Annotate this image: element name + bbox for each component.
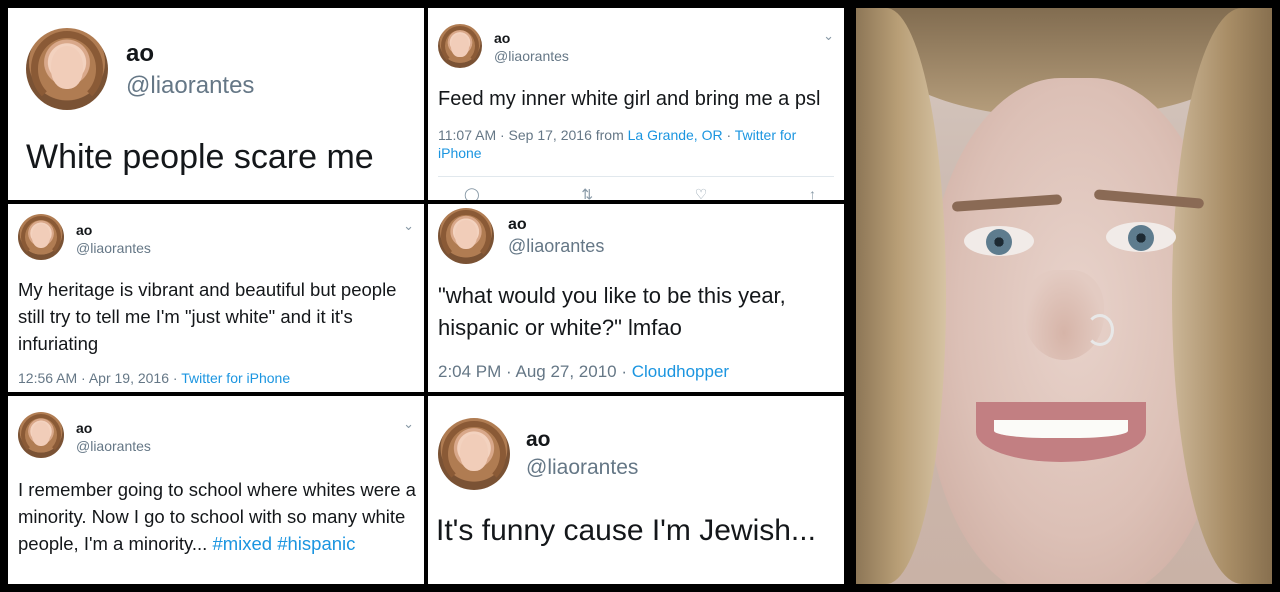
display-name[interactable]: ao [126,40,154,68]
display-name[interactable]: ao [494,30,510,46]
chevron-down-icon[interactable]: ⌄ [403,416,414,432]
avatar[interactable] [438,24,482,68]
display-name[interactable]: ao [76,420,92,436]
avatar[interactable] [18,412,64,458]
tweet-card-6: ao @liaorantes It's funny cause I'm Jewi… [428,396,844,584]
tweet-text: It's funny cause I'm Jewish... [436,514,816,547]
chevron-down-icon[interactable]: ⌄ [823,28,834,44]
avatar[interactable] [18,214,64,260]
tweet-text: Feed my inner white girl and bring me a … [438,88,821,110]
tweet-text: White people scare me [26,138,374,176]
tweet-meta: 2:04 PM · Aug 27, 2010 · Cloudhopper [438,362,729,382]
tweet-text: "what would you like to be this year, hi… [438,283,786,340]
tweet-timestamp[interactable]: 12:56 AM · Apr 19, 2016 · [18,370,181,386]
reply-icon[interactable]: ◯ [464,186,480,200]
user-handle[interactable]: @liaorantes [126,72,254,100]
hashtag-link[interactable]: #hispanic [277,533,355,554]
avatar[interactable] [438,208,494,264]
tweet-card-5: ao @liaorantes ⌄ I remember going to sch… [8,396,424,584]
tweet-text: My heritage is vibrant and beautiful but… [18,279,397,354]
display-name[interactable]: ao [508,216,527,234]
user-handle[interactable]: @liaorantes [494,48,569,64]
location-link[interactable]: La Grande, OR [628,127,723,143]
chevron-down-icon[interactable]: ⌄ [403,218,414,234]
profile-photo [856,8,1272,584]
hashtag-link[interactable]: #mixed [212,533,272,554]
user-handle[interactable]: @liaorantes [76,240,151,256]
tweet-meta: 12:56 AM · Apr 19, 2016 · Twitter for iP… [18,370,290,386]
retweet-icon[interactable]: ⇅ [581,186,593,200]
tweet-card-2: ao @liaorantes ⌄ Feed my inner white gir… [428,8,844,200]
user-handle[interactable]: @liaorantes [76,438,151,454]
display-name[interactable]: ao [76,222,92,238]
heart-icon[interactable]: ♡ [695,186,708,200]
source-link[interactable]: Cloudhopper [632,362,729,381]
meta-separator: · [722,127,735,143]
user-handle[interactable]: @liaorantes [526,456,638,480]
tweet-card-1: ao @liaorantes White people scare me [8,8,424,200]
tweet-timestamp[interactable]: 11:07 AM · Sep 17, 2016 from [438,127,628,143]
source-link[interactable]: Twitter for iPhone [181,370,290,386]
tweet-timestamp[interactable]: 2:04 PM · Aug 27, 2010 · [438,362,632,381]
tweet-meta: 11:07 AM · Sep 17, 2016 from La Grande, … [438,126,828,162]
avatar[interactable] [438,418,510,490]
user-handle[interactable]: @liaorantes [508,236,604,257]
share-icon[interactable]: ↑ [809,186,816,200]
divider [438,176,834,177]
display-name[interactable]: ao [526,428,551,452]
tweet-card-3: ao @liaorantes ⌄ My heritage is vibrant … [8,204,424,392]
tweet-card-4: ao @liaorantes "what would you like to b… [428,204,844,392]
nose-ring [1086,314,1114,346]
tweet-text: I remember going to school where whites … [18,476,418,557]
avatar[interactable] [26,28,108,110]
tweet-actions: ◯ ⇅ ♡ ↑ [464,186,816,200]
